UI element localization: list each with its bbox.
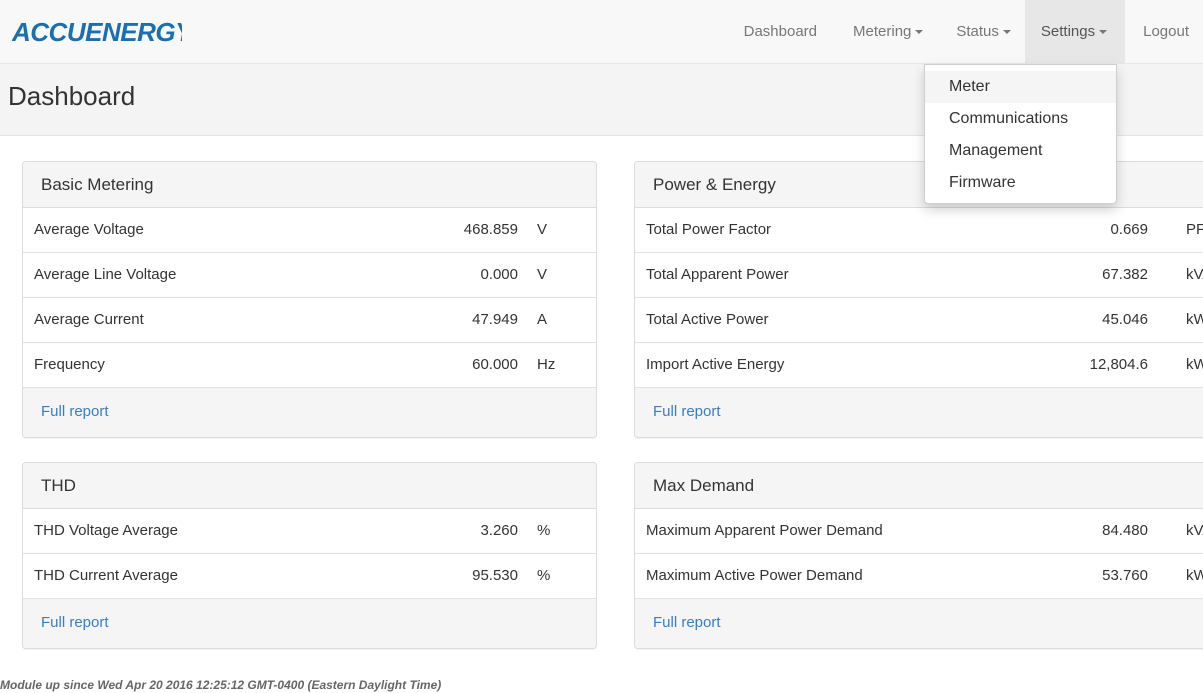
row-unit: kW — [1186, 567, 1203, 584]
panel-thd: THD THD Voltage Average 3.260% THD Curren… — [22, 462, 597, 649]
full-report-link[interactable]: Full report — [653, 614, 721, 631]
menu-item-communications[interactable]: Communications — [925, 103, 1116, 135]
row-label: Frequency — [34, 356, 105, 373]
panel-footer: Full report — [23, 388, 596, 437]
row-unit: kVA — [1186, 266, 1203, 283]
row-label: Total Power Factor — [646, 221, 772, 238]
row-unit: A — [537, 311, 548, 328]
table-row: THD Current Average 95.530% — [23, 554, 596, 599]
row-value: 53.760 — [1102, 567, 1148, 584]
panel-power-energy: Power & Energy Total Power Factor 0.669 PF… — [634, 161, 1203, 438]
table-row: Total Apparent Power 67.382 kVA — [635, 253, 1203, 298]
row-unit: Hz — [537, 356, 556, 373]
uptime-text: Module up since Wed Apr 20 2016 12:25:12… — [0, 678, 442, 692]
menu-item-management[interactable]: Management — [925, 135, 1116, 167]
menu-item-firmware[interactable]: Firmware — [925, 167, 1116, 199]
row-unit: kWh — [1186, 356, 1203, 373]
nav-dashboard[interactable]: Dashboard — [729, 0, 838, 64]
table-row: Total Power Factor 0.669 PF — [635, 208, 1203, 253]
row-value: 67.382 — [1102, 266, 1148, 283]
panel-footer: Full report — [23, 599, 596, 648]
table-row: Average Current 47.949 A — [23, 298, 596, 343]
nav-status-label: Status — [956, 23, 999, 40]
row-unit: V — [537, 221, 548, 238]
row-unit: PF — [1186, 221, 1203, 238]
row-value: 468.859 — [463, 221, 518, 238]
row-label: Maximum Active Power Demand — [646, 567, 863, 584]
row-value: 45.046 — [1102, 311, 1148, 328]
table-row: Maximum Apparent Power Demand 84.480 kVA — [635, 509, 1203, 554]
row-label: Import Active Energy — [646, 356, 785, 373]
panel-heading: Basic Metering — [23, 162, 596, 208]
row-label: Average Voltage — [34, 221, 144, 238]
table-row: Maximum Active Power Demand 53.760 kW — [635, 554, 1203, 599]
table-row: Import Active Energy 12,804.6 kWh — [635, 343, 1203, 388]
row-value: 0.669 — [1110, 221, 1148, 238]
panel-footer: Full report — [635, 388, 1203, 437]
caret-down-icon — [915, 30, 924, 35]
accuenergy-logo[interactable]: ACCUENERGY — [12, 17, 182, 47]
row-unit: kW — [1186, 311, 1203, 328]
row-unit: % — [537, 522, 551, 539]
nav-settings[interactable]: Settings — [1024, 0, 1126, 64]
panel-heading: THD — [23, 463, 596, 509]
row-label: Average Current — [34, 311, 144, 328]
nav-settings-label: Settings — [1040, 23, 1096, 40]
navbar: ACCUENERGY Dashboard Metering Status Set… — [0, 0, 1203, 64]
row-label: THD Current Average — [34, 567, 178, 584]
nav-status[interactable]: Status — [941, 0, 1025, 64]
table-row: THD Voltage Average 3.260% — [23, 509, 596, 554]
row-unit: kVA — [1186, 522, 1203, 539]
full-report-link[interactable]: Full report — [41, 403, 109, 420]
menu-item-meter[interactable]: Meter — [925, 71, 1116, 103]
table-row: Frequency 60.000 Hz — [23, 343, 596, 388]
settings-dropdown-menu: Meter Communications Management Firmware — [924, 64, 1117, 204]
row-value: 60.000 — [472, 356, 518, 373]
row-label: Total Apparent Power — [646, 266, 789, 283]
panel-heading: Max Demand — [635, 463, 1203, 509]
row-value: 0.000 — [480, 266, 518, 283]
nav-logout[interactable]: Logout — [1125, 0, 1203, 64]
nav-dashboard-label: Dashboard — [743, 23, 818, 40]
panel-max-demand: Max Demand Maximum Apparent Power Demand… — [634, 462, 1203, 649]
nav-metering[interactable]: Metering — [838, 0, 941, 64]
full-report-link[interactable]: Full report — [653, 403, 721, 420]
svg-text:ACCUENERGY: ACCUENERGY — [12, 17, 182, 47]
table-row: Total Active Power 45.046 kW — [635, 298, 1203, 343]
nav-metering-label: Metering — [853, 23, 912, 40]
row-label: Maximum Apparent Power Demand — [646, 522, 883, 539]
row-label: THD Voltage Average — [34, 522, 178, 539]
caret-down-icon — [1099, 30, 1108, 35]
nav-logout-label: Logout — [1143, 23, 1189, 40]
row-value: 95.530 — [472, 567, 518, 584]
row-label: Total Active Power — [646, 311, 769, 328]
main-nav: Dashboard Metering Status Settings Logou… — [729, 0, 1203, 64]
row-value: 3.260 — [480, 522, 518, 539]
row-value: 47.949 — [472, 311, 518, 328]
row-label: Average Line Voltage — [34, 266, 177, 283]
row-unit: % — [537, 567, 551, 584]
table-row: Average Voltage 468.859 V — [23, 208, 596, 253]
page-title: Dashboard — [8, 81, 136, 111]
table-row: Average Line Voltage 0.000 V — [23, 253, 596, 298]
panel-footer: Full report — [635, 599, 1203, 648]
caret-down-icon — [1002, 30, 1011, 35]
row-unit: V — [537, 266, 548, 283]
row-value: 84.480 — [1102, 522, 1148, 539]
row-value: 12,804.6 — [1089, 356, 1148, 373]
full-report-link[interactable]: Full report — [41, 614, 109, 631]
panel-heading: Power & Energy — [635, 162, 1203, 208]
panel-basic-metering: Basic Metering Average Voltage 468.859 V A… — [22, 161, 597, 438]
